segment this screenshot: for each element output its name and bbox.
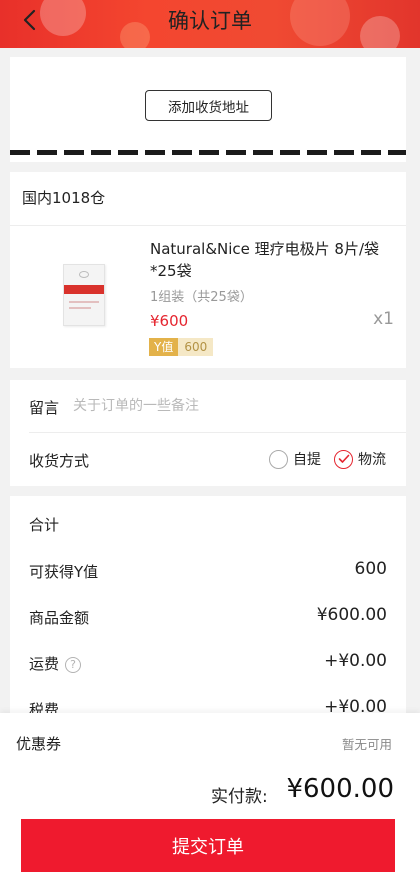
- coupon-status[interactable]: 暂无可用: [342, 734, 392, 753]
- summary-row-value: +¥0.00: [324, 651, 387, 671]
- product-price: ¥600: [150, 312, 189, 330]
- product-name[interactable]: Natural&Nice 理疗电极片 8片/袋 *25袋: [150, 238, 398, 282]
- add-address-button[interactable]: 添加收货地址: [145, 90, 272, 121]
- summary-row-label: 商品金额: [29, 609, 90, 627]
- page-title: 确认订单: [168, 9, 252, 33]
- y-value-label: Y值: [149, 338, 179, 356]
- remark-input[interactable]: [73, 394, 383, 418]
- product-image[interactable]: [34, 250, 134, 340]
- divider: [10, 225, 406, 226]
- delivery-option-label: 自提: [293, 452, 321, 468]
- summary-card: 合计 可获得Y值 600 商品金额 ¥600.00 运费? +¥0.00 税费 …: [10, 496, 406, 726]
- checkout-bar: 优惠券 暂无可用 实付款: ¥600.00 提交订单: [0, 713, 420, 874]
- header-bar: 确认订单: [0, 0, 420, 48]
- product-quantity: x1: [373, 309, 394, 329]
- y-value-amount: 600: [178, 338, 214, 356]
- product-card: 国内1018仓 Natural&Nice 理疗电极片 8片/袋 *25袋 1组装…: [10, 172, 406, 368]
- delivery-option-label: 物流: [358, 452, 386, 468]
- delivery-option-logistics[interactable]: 物流: [334, 449, 386, 469]
- remark-label: 留言: [29, 399, 60, 417]
- submit-order-button[interactable]: 提交订单: [21, 819, 395, 872]
- summary-row-label: 运费: [29, 655, 60, 673]
- product-spec: 1组装（共25袋）: [150, 290, 253, 305]
- radio-checked-icon: [334, 449, 353, 469]
- question-circle-icon[interactable]: ?: [65, 656, 82, 673]
- delivery-option-pickup[interactable]: 自提: [269, 449, 321, 469]
- pay-label: 实付款:: [211, 787, 268, 807]
- y-value-badge: Y值 600: [149, 338, 214, 356]
- coupon-label[interactable]: 优惠券: [16, 733, 61, 754]
- radio-unchecked-icon: [269, 449, 288, 469]
- summary-row-value: ¥600.00: [316, 605, 387, 625]
- address-dashed-divider: [10, 150, 406, 155]
- summary-row-value: 600: [354, 559, 387, 579]
- shipping-fee-label-wrap: 运费?: [29, 653, 82, 674]
- delivery-method-label: 收货方式: [29, 452, 90, 470]
- warehouse-label: 国内1018仓: [22, 189, 106, 207]
- remark-delivery-card: 留言 收货方式 自提 物流: [10, 380, 406, 486]
- summary-row-label: 可获得Y值: [29, 563, 99, 581]
- pay-amount: ¥600.00: [286, 774, 394, 804]
- summary-title: 合计: [29, 516, 60, 534]
- divider: [29, 432, 406, 433]
- address-card: 添加收货地址: [10, 57, 406, 162]
